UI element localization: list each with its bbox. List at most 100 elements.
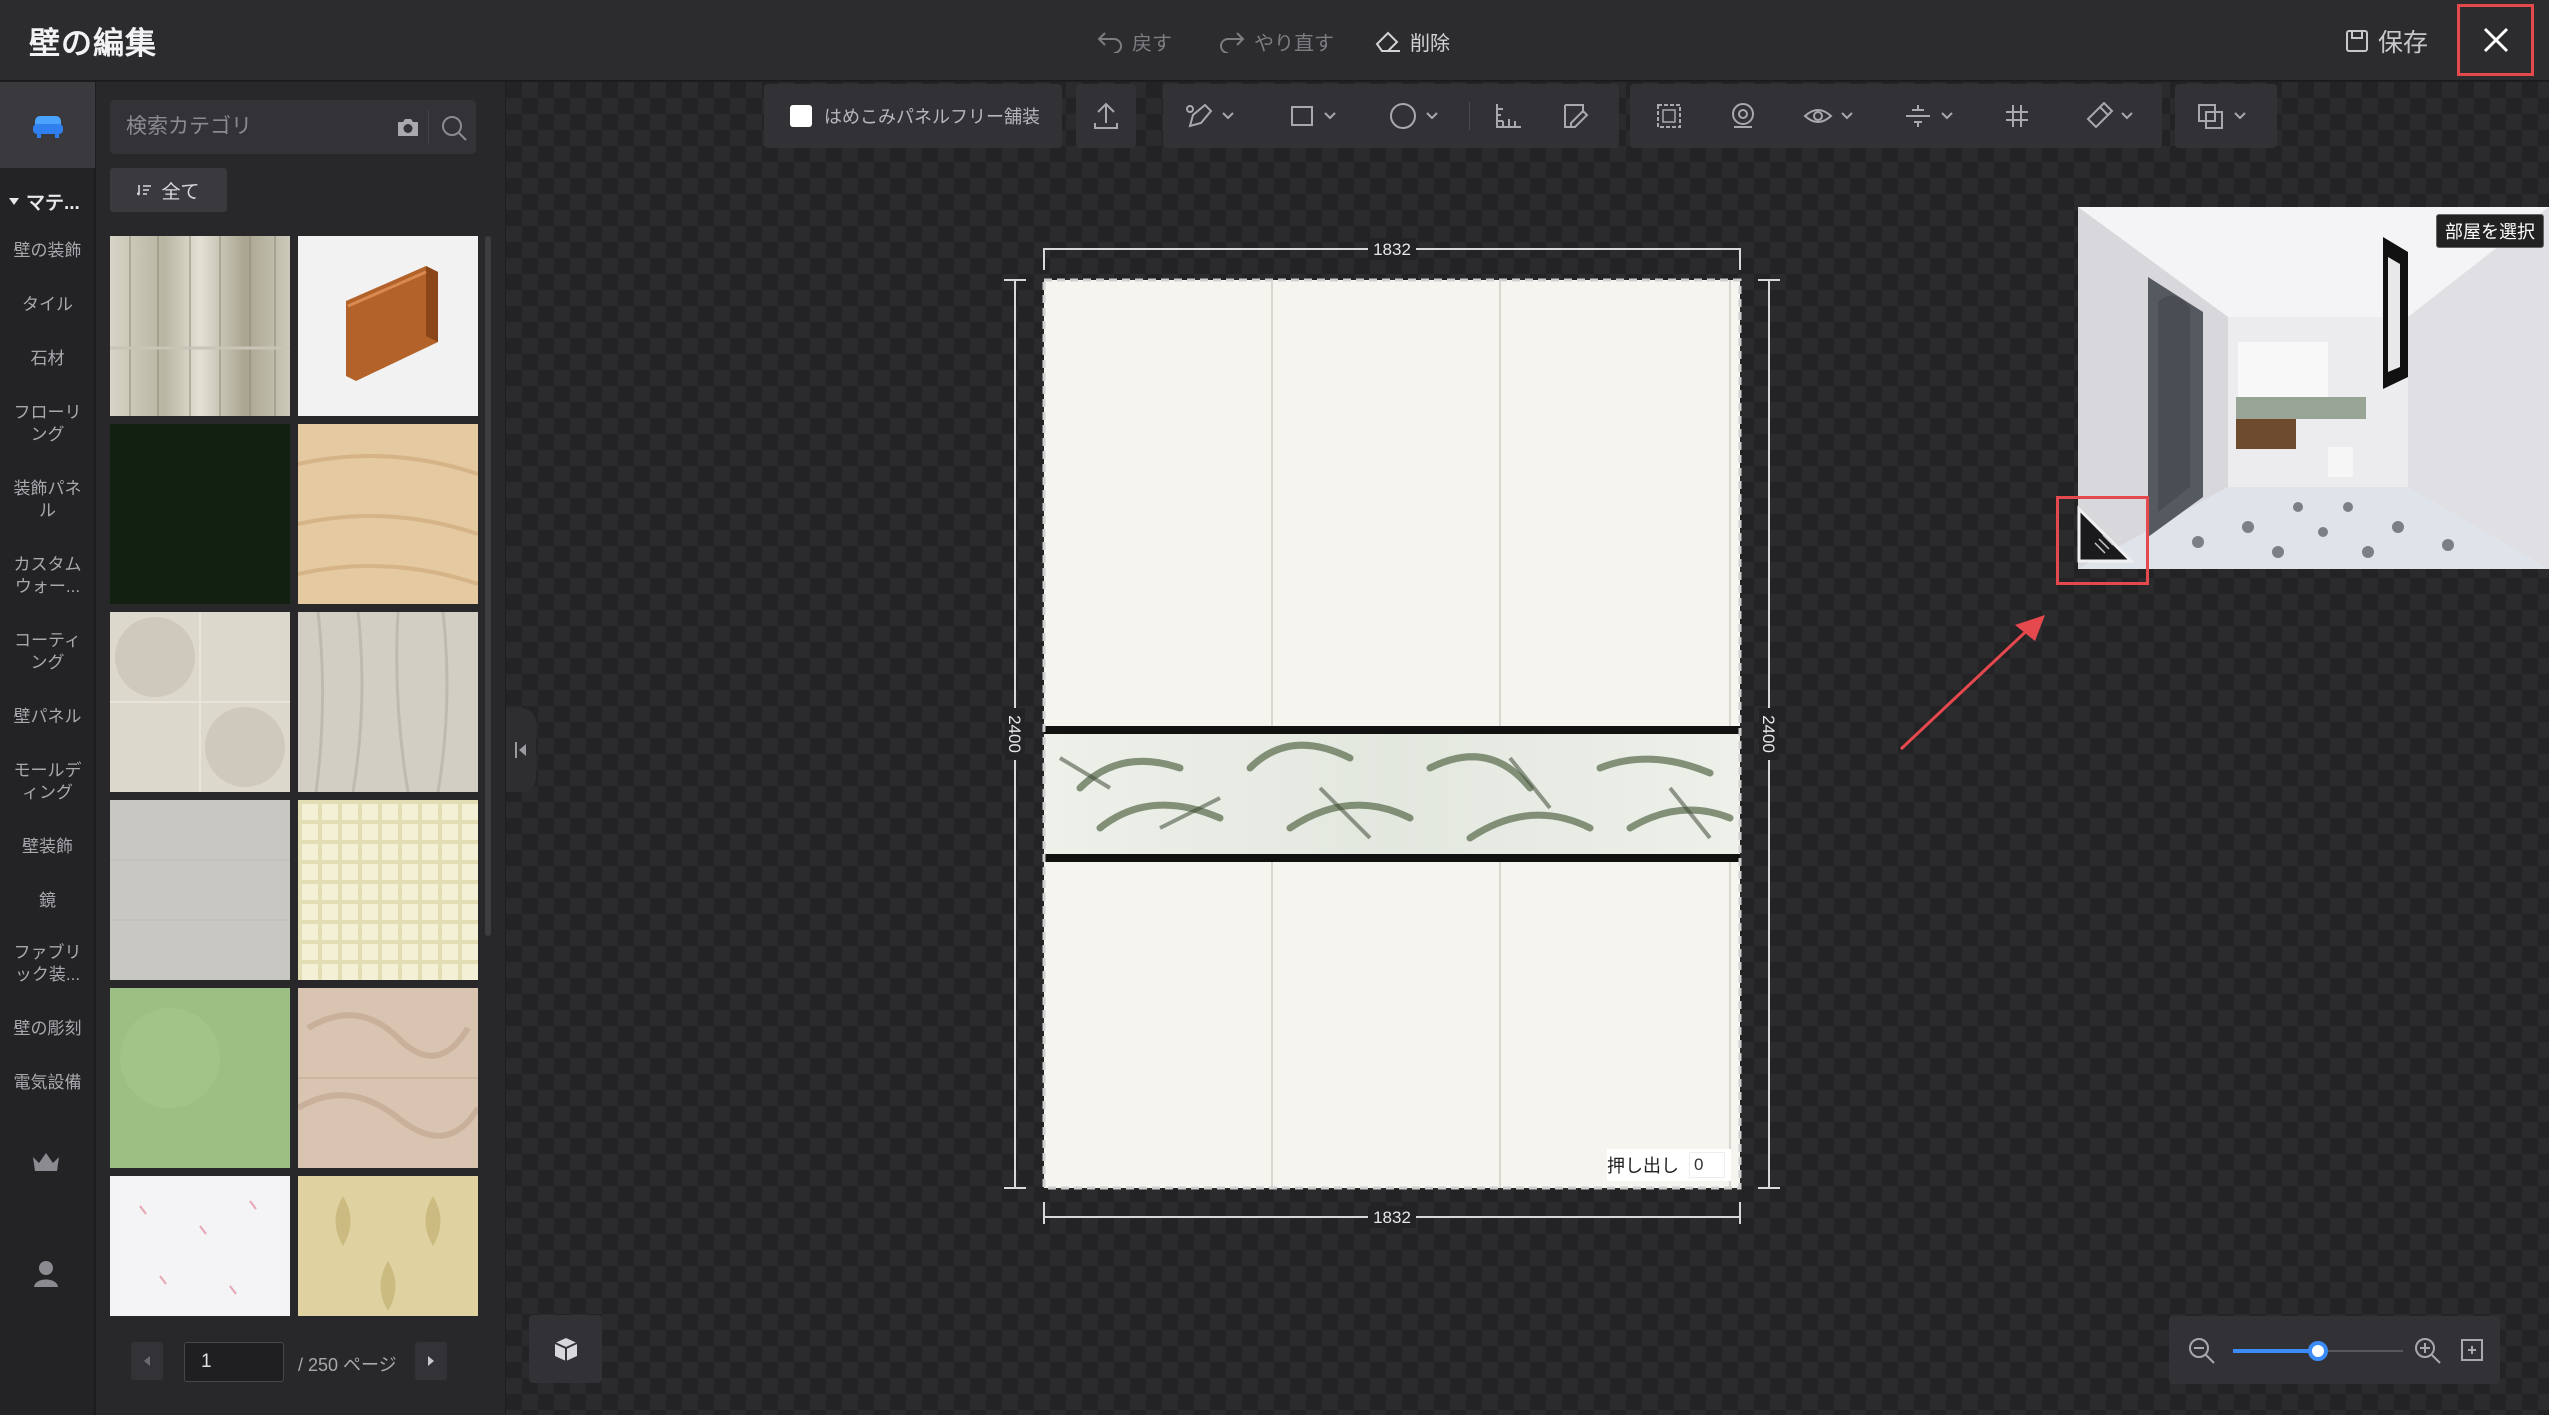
edit-area-button[interactable] (1561, 101, 1591, 131)
chevron-down-icon (2121, 112, 2133, 120)
zoom-control (2169, 1316, 2500, 1384)
sidebar-item-tile[interactable]: タイル (4, 294, 91, 316)
dimension-right-label: 2400 (1759, 715, 1778, 753)
sidebar-item-wall-decor[interactable]: 壁の装飾 (4, 240, 91, 262)
material-scrollbar[interactable] (485, 236, 491, 936)
zoom-out-button[interactable] (2187, 1336, 2217, 1366)
material-tile[interactable] (298, 612, 478, 792)
material-tile[interactable] (110, 988, 290, 1168)
measure-button[interactable] (1493, 101, 1525, 131)
align-dropdown[interactable] (1902, 101, 1954, 131)
material-panel: 全て (96, 82, 505, 1415)
collapse-panel-button[interactable] (506, 708, 536, 792)
search-divider (428, 110, 429, 144)
prev-page-button[interactable] (131, 1342, 163, 1380)
sofa-icon (32, 116, 63, 138)
sidebar-item-wall-ornament[interactable]: 壁装飾 (4, 836, 91, 858)
user-button[interactable] (31, 1258, 61, 1288)
extrude-label: 押し出し (1607, 1156, 1679, 1176)
visibility-dropdown[interactable] (1802, 101, 1854, 131)
toolbar-divider (1469, 102, 1470, 130)
material-tile[interactable] (298, 236, 478, 416)
extrude-control: 押し出し (1607, 1149, 1731, 1181)
material-category-button[interactable] (0, 82, 95, 168)
upload-icon (1094, 102, 1118, 129)
copy-dropdown[interactable] (2195, 101, 2247, 131)
rectangle-tool-dropdown[interactable] (1287, 101, 1337, 131)
sidebar-item-flooring[interactable]: フローリング (4, 402, 91, 446)
sidebar-item-wall-panel[interactable]: 壁パネル (4, 706, 91, 728)
search-button[interactable] (440, 114, 468, 142)
upload-group (1076, 84, 1136, 148)
collapse-left-icon (515, 742, 526, 758)
upload-button[interactable] (1092, 101, 1120, 131)
view-tools-group (1630, 84, 2162, 148)
filter-all-button[interactable]: 全て (110, 168, 227, 212)
pen-tool-dropdown[interactable] (1185, 101, 1235, 131)
leaf-band[interactable] (1044, 726, 1740, 862)
material-tile[interactable] (298, 800, 478, 980)
pagination: / 250 ページ (96, 1316, 505, 1415)
sidebar-item-custom-wall[interactable]: カスタムウォー... (4, 554, 91, 598)
search-icon (442, 116, 467, 141)
extrude-input[interactable] (1689, 1152, 1725, 1178)
select-area-button[interactable] (1654, 101, 1684, 131)
camera-icon (398, 119, 418, 136)
brush-dropdown[interactable] (2082, 101, 2134, 131)
premium-button[interactable] (30, 1149, 62, 1175)
sidebar-item-molding[interactable]: モールディング (4, 760, 91, 804)
close-button[interactable] (2457, 4, 2534, 76)
sidebar-item-stone[interactable]: 石材 (4, 348, 91, 370)
sidebar-item-fabric[interactable]: ファブリック装... (4, 942, 91, 986)
ruler-icon (1496, 104, 1521, 128)
chevron-down-icon (1841, 112, 1853, 120)
delete-label: 削除 (1410, 32, 1450, 55)
zoom-fill (2233, 1349, 2318, 1353)
crown-icon (33, 1153, 59, 1171)
align-icon (1906, 105, 1930, 127)
next-page-button[interactable] (415, 1342, 447, 1380)
undo-button[interactable]: 戻す (1096, 24, 1172, 58)
search-input[interactable] (110, 100, 380, 154)
sidebar-item-coating[interactable]: コーティング (4, 630, 91, 674)
zoom-out-icon (2189, 1338, 2215, 1364)
seamless-paving-toggle[interactable]: はめこみパネルフリー舗装 (764, 84, 1062, 148)
circle-tool-dropdown[interactable] (1387, 101, 1439, 131)
redo-label: やり直す (1254, 32, 1334, 55)
save-button[interactable]: 保存 (2344, 22, 2428, 60)
page-number-input[interactable] (184, 1342, 284, 1382)
sidebar-item-wall-carving[interactable]: 壁の彫刻 (4, 1018, 91, 1040)
sidebar-item-decor-panel[interactable]: 装飾パネル (4, 478, 91, 522)
material-tile[interactable] (110, 424, 290, 604)
sidebar-item-mirror[interactable]: 鏡 (4, 890, 91, 912)
close-icon (2483, 27, 2508, 53)
grid-toggle-button[interactable] (2002, 101, 2032, 131)
material-grid (110, 236, 478, 1396)
category-section-header[interactable]: マテ... (8, 188, 80, 215)
material-tile[interactable] (298, 988, 478, 1168)
zoom-slider-handle[interactable] (2308, 1341, 2328, 1361)
dimension-right: 2400 (1758, 279, 1780, 1189)
undo-icon (1097, 32, 1122, 53)
redo-button[interactable]: やり直す (1218, 24, 1334, 58)
room-select-button[interactable]: 部屋を選択 (2436, 214, 2544, 248)
material-tile[interactable] (110, 612, 290, 792)
view-toggle-highlight[interactable] (2056, 496, 2149, 585)
user-icon (34, 1261, 58, 1287)
lasso-button[interactable] (1728, 101, 1758, 131)
material-tile[interactable] (298, 424, 478, 604)
sidebar-item-electrical[interactable]: 電気設備 (4, 1072, 91, 1094)
seamless-checkbox[interactable] (790, 105, 812, 127)
material-tile[interactable] (110, 236, 290, 416)
chevron-down-icon (1941, 112, 1953, 120)
chevron-down-icon (1324, 112, 1336, 120)
fit-view-button[interactable] (2459, 1337, 2485, 1363)
image-search-button[interactable] (396, 116, 420, 138)
wall-elevation[interactable]: 1832 1832 2400 2400 (990, 228, 1790, 1238)
view-3d-button[interactable] (529, 1315, 602, 1383)
delete-button[interactable]: 削除 (1374, 24, 1450, 58)
search-bar (110, 100, 476, 154)
material-tile[interactable] (110, 800, 290, 980)
zoom-in-button[interactable] (2413, 1336, 2443, 1366)
undo-label: 戻す (1132, 32, 1172, 55)
